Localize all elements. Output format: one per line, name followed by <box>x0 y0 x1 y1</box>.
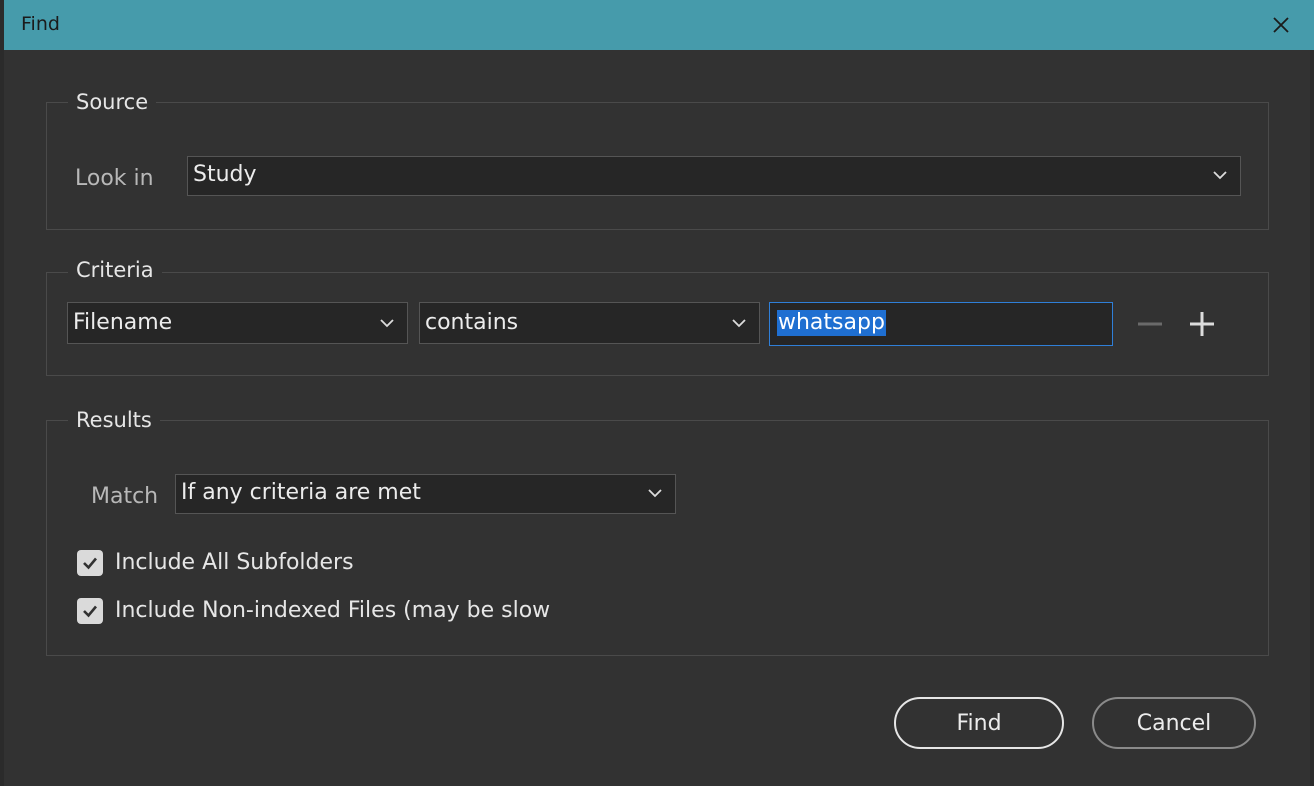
close-button[interactable] <box>1264 8 1298 42</box>
include-subfolders-checkbox[interactable] <box>77 550 103 576</box>
title-bar: Find <box>4 0 1314 50</box>
minus-icon <box>1138 322 1162 326</box>
match-dropdown[interactable]: If any criteria are met <box>175 474 676 514</box>
chevron-down-icon <box>1213 171 1227 180</box>
find-button[interactable]: Find <box>894 697 1064 749</box>
criteria-operator-dropdown[interactable]: contains <box>419 302 760 344</box>
criteria-field-value: Filename <box>73 310 173 335</box>
window-title: Find <box>21 13 60 35</box>
find-dialog: Find Source Look in Study Criteria Filen… <box>0 0 1314 786</box>
look-in-label: Look in <box>75 166 154 191</box>
source-legend: Source <box>68 90 157 114</box>
plus-icon <box>1190 312 1214 336</box>
cancel-button[interactable]: Cancel <box>1092 697 1256 749</box>
include-subfolders-label: Include All Subfolders <box>115 550 354 575</box>
chevron-down-icon <box>648 489 662 498</box>
match-label: Match <box>91 484 159 509</box>
criteria-operator-value: contains <box>425 310 519 335</box>
remove-criteria-button[interactable] <box>1133 307 1167 341</box>
match-value: If any criteria are met <box>181 480 421 505</box>
checkmark-icon <box>83 557 97 570</box>
add-criteria-button[interactable] <box>1185 307 1219 341</box>
include-nonindexed-checkbox[interactable] <box>77 598 103 624</box>
criteria-text-value: whatsapp <box>777 310 886 336</box>
close-icon <box>1273 17 1289 33</box>
chevron-down-icon <box>380 319 394 328</box>
criteria-text-input[interactable]: whatsapp <box>769 302 1113 346</box>
include-nonindexed-label: Include Non-indexed Files (may be slow <box>115 598 551 623</box>
criteria-field-dropdown[interactable]: Filename <box>67 302 408 344</box>
criteria-legend: Criteria <box>68 258 162 282</box>
chevron-down-icon <box>732 319 746 328</box>
checkmark-icon <box>83 605 97 618</box>
look-in-dropdown[interactable]: Study <box>187 156 1241 196</box>
look-in-value: Study <box>193 162 257 187</box>
results-legend: Results <box>68 408 160 432</box>
